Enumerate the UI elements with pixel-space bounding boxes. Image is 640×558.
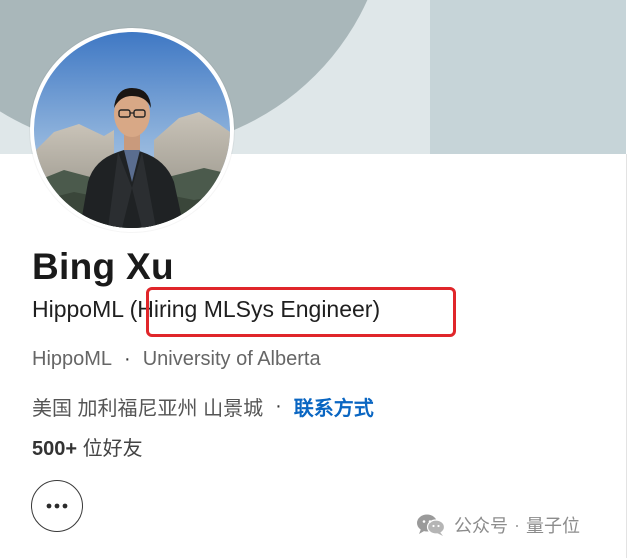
contact-info-link[interactable]: 联系方式 (294, 392, 374, 421)
watermark-separator: · (514, 514, 520, 535)
profile-location: 美国 加利福尼亚州 山景城 (32, 398, 264, 420)
more-horizontal-icon (46, 503, 68, 509)
separator-dot: · (275, 395, 282, 417)
school-link[interactable]: University of Alberta (143, 348, 321, 371)
watermark: 公众号 · 量子位 (416, 512, 580, 538)
friends-count: 500+ (32, 438, 78, 460)
wechat-icon (416, 513, 446, 537)
avatar-photo (34, 32, 230, 228)
annotation-highlight-box (146, 287, 456, 337)
profile-location-row: 美国 加利福尼亚州 山景城 · 联系方式 (32, 392, 374, 421)
profile-affiliations: HippoML · University of Alberta (32, 348, 321, 371)
friends-count-link[interactable]: 500+ 位好友 (32, 432, 143, 461)
friends-label: 位好友 (82, 438, 143, 460)
profile-avatar[interactable] (30, 28, 234, 232)
more-actions-button[interactable] (31, 480, 83, 532)
watermark-source: 公众号 (454, 516, 508, 536)
organization-link[interactable]: HippoML (32, 348, 112, 371)
profile-name: Bing Xu (32, 246, 174, 287)
separator-dot: · (124, 348, 131, 370)
headline-company: HippoML (32, 296, 124, 322)
watermark-account: 量子位 (526, 516, 580, 536)
banner-panel-shape (430, 0, 626, 154)
page-background-strip (626, 0, 640, 558)
card-border (626, 154, 627, 558)
